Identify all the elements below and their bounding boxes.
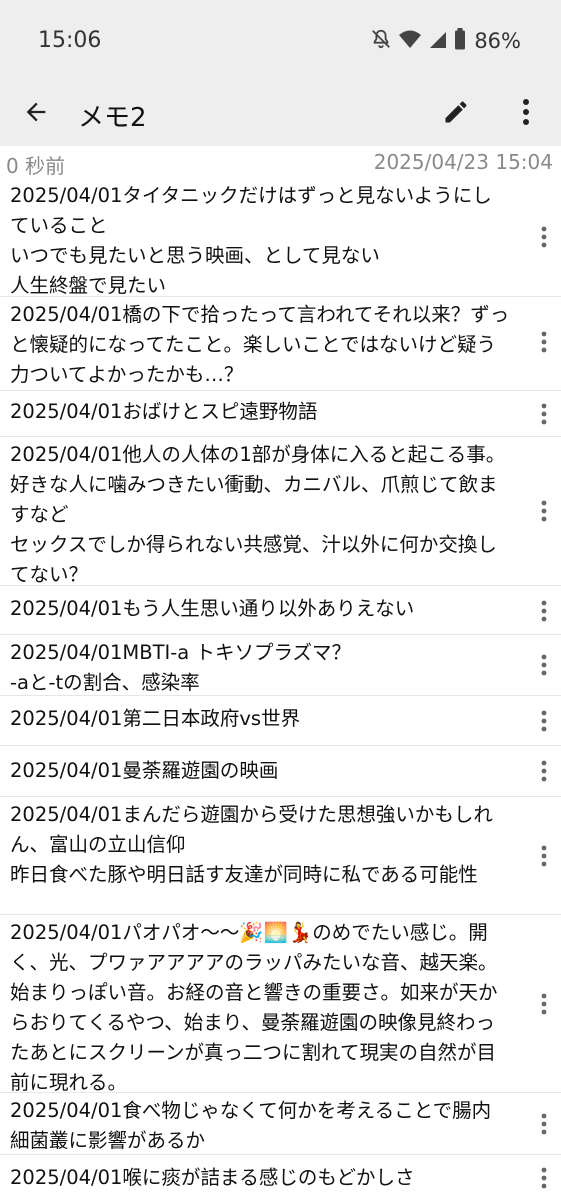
list-item-text: 2025/04/01パオパオ〜〜🎉🌅💃のめでたい感じ。開く、光、プワァアアアアの…: [10, 921, 498, 1094]
list-item-text: 2025/04/01食べ物じゃなくて何かを考えることで腸内細菌叢に影響があるか: [10, 1099, 492, 1152]
list-item-text: 2025/04/01もう人生思い通り以外ありえない: [10, 597, 415, 620]
more-vert-icon: [541, 226, 547, 248]
list-item-text: 2025/04/01喉に痰が詰まる感じのもどかしさ: [10, 1166, 415, 1189]
mute-icon: [370, 28, 392, 54]
list-item-text: 2025/04/01他人の人体の1部が身体に入ると起こる事。好きな人に噛みつきた…: [10, 443, 506, 586]
item-more-button[interactable]: [531, 841, 557, 871]
more-options-button[interactable]: [508, 96, 544, 132]
list-item[interactable]: 2025/04/01曼荼羅遊園の映画: [0, 746, 561, 797]
list-item-text: 2025/04/01橋の下で拾ったって言われてそれ以来？ずっと懐疑的になってたこ…: [10, 303, 510, 386]
memo-meta: 0 秒前 2025/04/23 15:04: [0, 146, 561, 178]
list-item[interactable]: 2025/04/01おばけとスピ遠野物語: [0, 391, 561, 437]
list-item[interactable]: 2025/04/01食べ物じゃなくて何かを考えることで腸内細菌叢に影響があるか: [0, 1093, 561, 1155]
item-more-button[interactable]: [531, 989, 557, 1019]
item-more-button[interactable]: [531, 596, 557, 626]
list-item[interactable]: 2025/04/01パオパオ〜〜🎉🌅💃のめでたい感じ。開く、光、プワァアアアアの…: [0, 915, 561, 1094]
list-item[interactable]: 2025/04/01第二日本政府vs世界: [0, 696, 561, 746]
memo-list: 2025/04/01タイタニックだけはずっと見ないようにしていること いつでも見…: [0, 178, 561, 1200]
signal-icon: [428, 28, 448, 54]
list-item[interactable]: 2025/04/01橋の下で拾ったって言われてそれ以来？ずっと懐疑的になってたこ…: [0, 297, 561, 391]
list-item[interactable]: 2025/04/01まんだら遊園から受けた思想強いかもしれん、富山の立山信仰 昨…: [0, 797, 561, 915]
list-item-text: 2025/04/01タイタニックだけはずっと見ないようにしていること いつでも見…: [10, 184, 492, 297]
pencil-icon: [442, 98, 470, 130]
app-bar: メモ2: [0, 82, 561, 146]
item-more-button[interactable]: [531, 327, 557, 357]
item-more-button[interactable]: [531, 650, 557, 680]
list-item-text: 2025/04/01おばけとスピ遠野物語: [10, 400, 318, 423]
status-time: 15:06: [38, 28, 102, 53]
status-icons: 86%: [370, 26, 521, 56]
battery-icon: [454, 28, 466, 54]
more-vert-icon: [541, 403, 547, 425]
list-item[interactable]: 2025/04/01他人の人体の1部が身体に入ると起こる事。好きな人に噛みつきた…: [0, 437, 561, 586]
more-vert-icon: [541, 654, 547, 676]
list-item-text: 2025/04/01MBTI-a トキソプラズマ？ -aと-tの割合、感染率: [10, 641, 352, 694]
battery-percent: 86%: [474, 29, 521, 53]
more-vert-icon: [541, 993, 547, 1015]
item-more-button[interactable]: [531, 756, 557, 786]
status-bar: 15:06 86%: [0, 0, 561, 82]
item-more-button[interactable]: [531, 222, 557, 252]
list-item[interactable]: 2025/04/01もう人生思い通り以外ありえない: [0, 586, 561, 635]
back-button[interactable]: [18, 96, 54, 132]
more-vert-icon: [522, 98, 530, 130]
list-item-text: 2025/04/01第二日本政府vs世界: [10, 707, 301, 730]
page-title: メモ2: [78, 103, 147, 133]
list-item[interactable]: 2025/04/01MBTI-a トキソプラズマ？ -aと-tの割合、感染率: [0, 635, 561, 696]
edit-button[interactable]: [438, 96, 474, 132]
elapsed-time: 0 秒前: [6, 154, 66, 178]
more-vert-icon: [541, 760, 547, 782]
more-vert-icon: [541, 710, 547, 732]
item-more-button[interactable]: [531, 496, 557, 526]
item-more-button[interactable]: [531, 706, 557, 736]
updated-datetime: 2025/04/23 15:04: [373, 150, 553, 174]
list-item-text: 2025/04/01まんだら遊園から受けた思想強いかもしれん、富山の立山信仰 昨…: [10, 803, 493, 886]
more-vert-icon: [541, 600, 547, 622]
more-vert-icon: [541, 845, 547, 867]
item-more-button[interactable]: [531, 1163, 557, 1193]
more-vert-icon: [541, 1113, 547, 1135]
more-vert-icon: [541, 500, 547, 522]
more-vert-icon: [541, 1167, 547, 1189]
list-item[interactable]: 2025/04/01喉に痰が詰まる感じのもどかしさ: [0, 1155, 561, 1200]
arrow-back-icon: [22, 98, 50, 130]
wifi-icon: [398, 28, 422, 54]
item-more-button[interactable]: [531, 399, 557, 429]
list-item-text: 2025/04/01曼荼羅遊園の映画: [10, 759, 279, 782]
list-item[interactable]: 2025/04/01タイタニックだけはずっと見ないようにしていること いつでも見…: [0, 178, 561, 297]
item-more-button[interactable]: [531, 1109, 557, 1139]
more-vert-icon: [541, 331, 547, 353]
